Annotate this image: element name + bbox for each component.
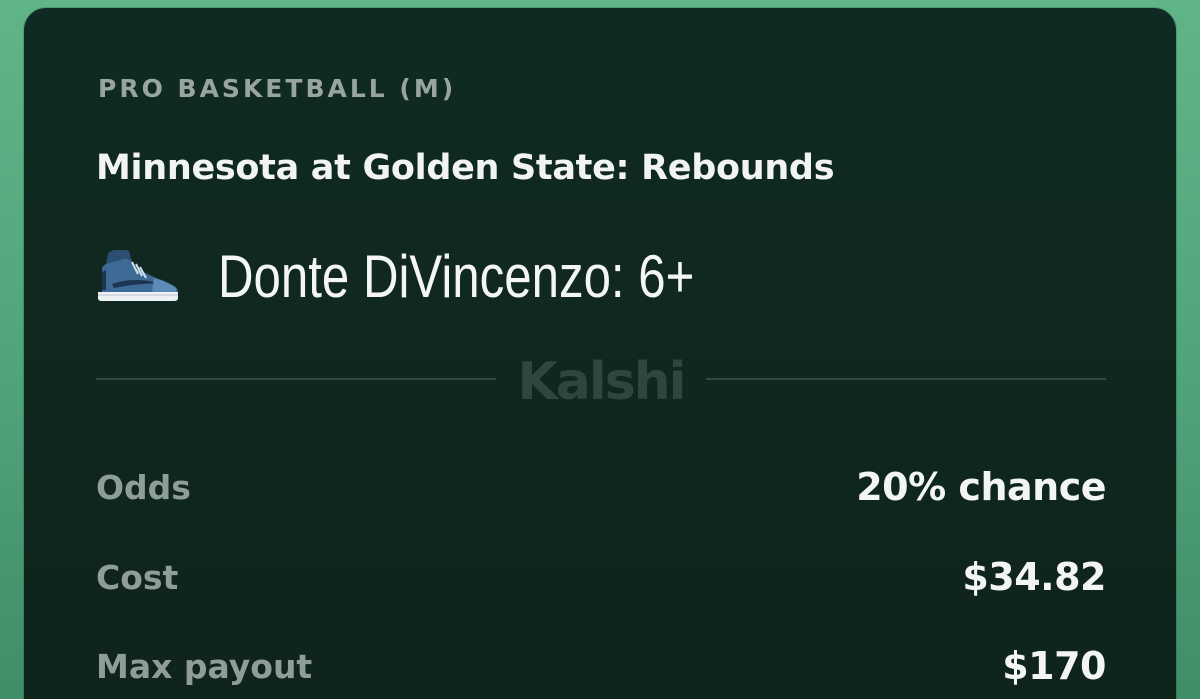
kalshi-logo: Kalshi [517,352,686,412]
market-title: Minnesota at Golden State: Rebounds [96,148,835,188]
divider-left [96,378,496,380]
max-payout-row: Max payout $170 [96,641,1106,691]
odds-value: 20% chance [856,465,1106,509]
trade-card: PRO BASKETBALL (M) Minnesota at Golden S… [24,8,1176,699]
odds-label: Odds [96,467,191,507]
max-payout-value: $170 [1002,644,1106,688]
outcome-label: Donte DiVincenzo: 6+ [218,242,695,310]
outcome-row: Donte DiVincenzo: 6+ [94,236,799,316]
category-label: PRO BASKETBALL (M) [98,74,457,103]
odds-row: Odds 20% chance [96,462,1106,512]
cost-row: Cost $34.82 [96,552,1106,602]
cost-value: $34.82 [962,555,1106,599]
cost-label: Cost [96,557,179,597]
max-payout-label: Max payout [96,646,313,686]
divider-right [706,378,1106,380]
sneaker-icon [94,246,182,306]
